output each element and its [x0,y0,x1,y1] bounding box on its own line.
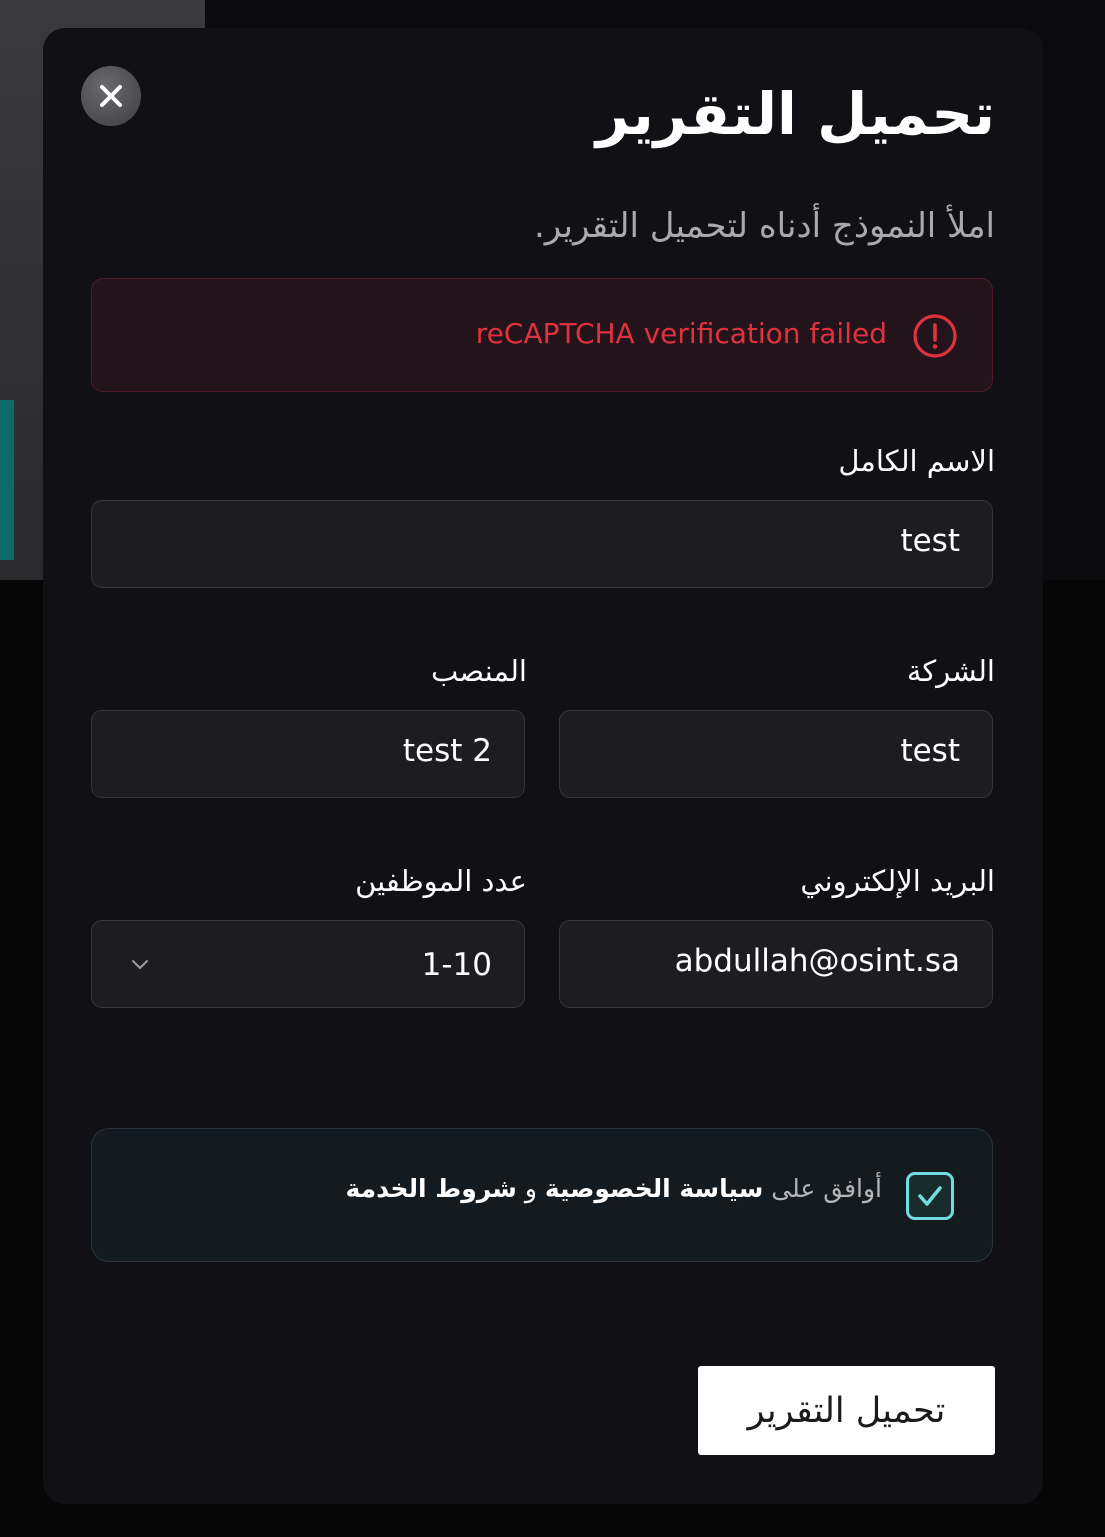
position-label: المنصب [430,654,527,688]
download-report-button[interactable]: تحميل التقرير [698,1366,995,1455]
modal-subtitle: املأ النموذج أدناه لتحميل التقرير. [533,206,995,246]
email-field[interactable]: abdullah@osint.sa [559,920,993,1008]
full-name-value: test [900,523,960,559]
close-icon [100,85,122,107]
consent-box: أوافق على سياسة الخصوصية و شروط الخدمة [91,1128,993,1262]
company-value: test [900,733,960,769]
company-label: الشركة [906,654,995,688]
full-name-field[interactable]: test [91,500,993,588]
employees-select[interactable]: 1-10 [91,920,525,1008]
consent-prefix: أوافق على [771,1174,882,1203]
error-alert: reCAPTCHA verification failed [91,278,993,392]
position-field[interactable]: test 2 [91,710,525,798]
check-icon [918,1186,942,1206]
email-value: abdullah@osint.sa [674,943,960,979]
close-button[interactable] [81,66,141,126]
alert-circle-icon [913,314,957,358]
consent-conjunction: و [524,1174,537,1203]
modal-title: تحميل التقرير [595,80,995,148]
employees-label: عدد الموظفين [355,864,527,898]
email-label: البريد الإلكتروني [800,864,995,898]
position-value: test 2 [402,733,492,769]
error-message: reCAPTCHA verification failed [475,317,887,350]
download-report-modal: تحميل التقرير املأ النموذج أدناه لتحميل … [43,28,1043,1504]
chevron-down-icon [132,960,148,969]
privacy-policy-link[interactable]: سياسة الخصوصية [545,1174,763,1203]
terms-of-service-link[interactable]: شروط الخدمة [345,1174,516,1203]
background-accent [0,400,14,560]
full-name-label: الاسم الكامل [838,444,995,478]
consent-checkbox[interactable] [906,1172,954,1220]
consent-text: أوافق على سياسة الخصوصية و شروط الخدمة [345,1174,882,1203]
employees-value: 1-10 [421,947,492,983]
company-field[interactable]: test [559,710,993,798]
